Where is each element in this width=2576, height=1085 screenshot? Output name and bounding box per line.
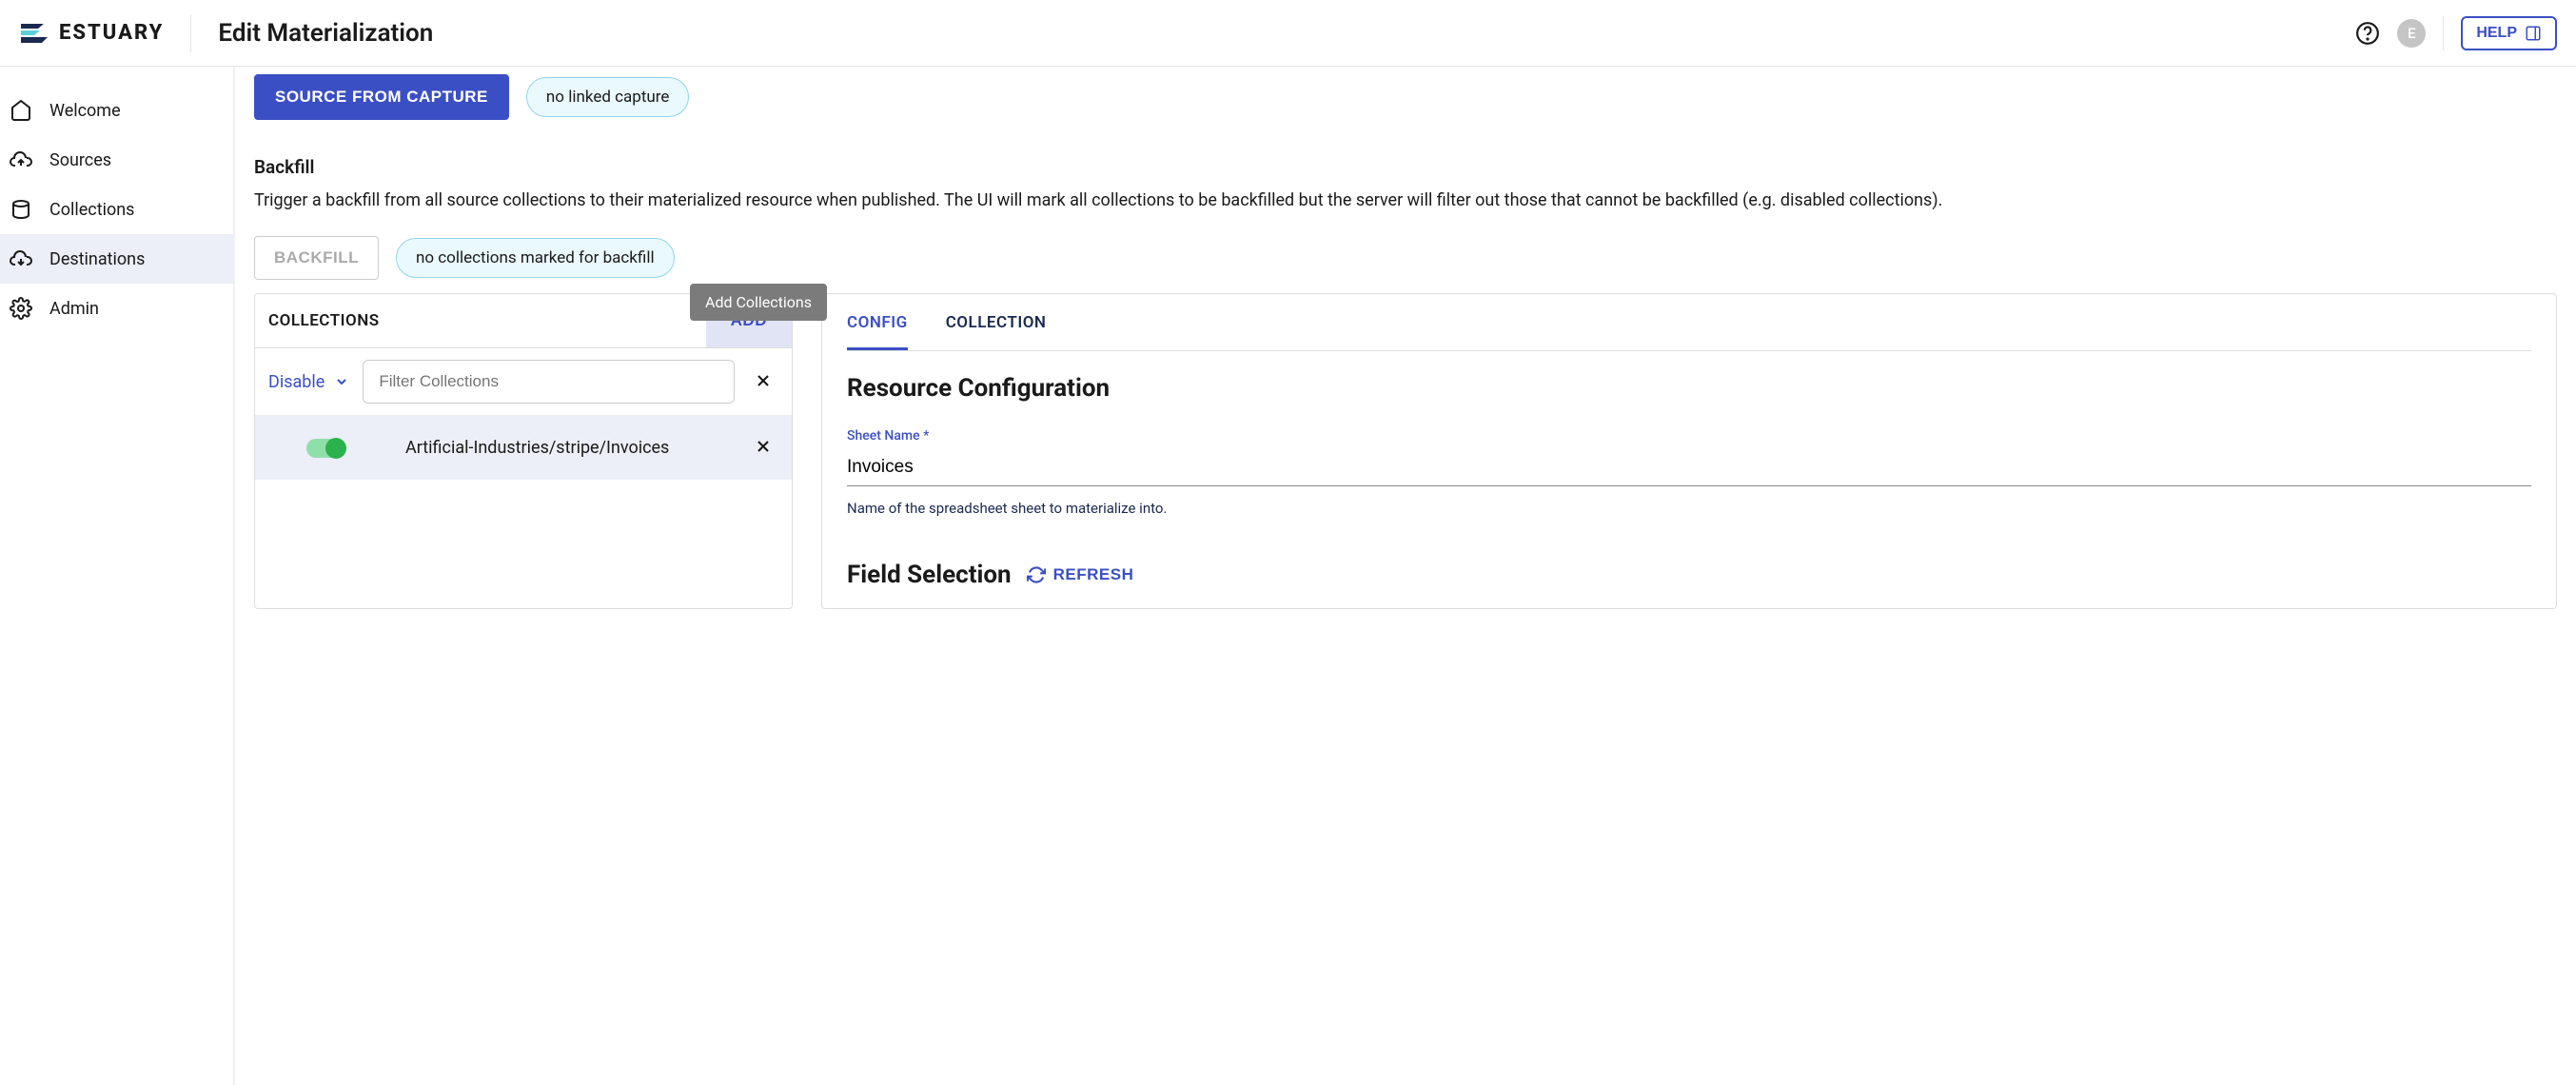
field-selection-heading: Field Selection: [847, 561, 1012, 589]
help-circle-icon[interactable]: [2355, 21, 2380, 46]
brand-name: ESTUARY: [59, 21, 164, 45]
sidebar-item-destinations[interactable]: Destinations: [0, 234, 233, 284]
tab-collection[interactable]: COLLECTION: [946, 294, 1047, 350]
collections-panel: COLLECTIONS ADD Disable: [254, 293, 793, 609]
refresh-icon: [1027, 565, 1046, 584]
help-button[interactable]: HELP: [2461, 16, 2557, 50]
cloud-upload-icon: [10, 148, 32, 171]
sidebar-item-label: Destinations: [49, 249, 145, 269]
sidebar-item-sources[interactable]: Sources: [0, 135, 233, 185]
brand-logo[interactable]: ESTUARY: [19, 14, 191, 52]
sidebar-item-label: Welcome: [49, 101, 121, 121]
home-icon: [10, 99, 32, 122]
close-icon: [754, 437, 773, 456]
collections-header: COLLECTIONS: [255, 294, 393, 347]
collection-name: Artificial-Industries/stripe/Invoices: [358, 438, 735, 458]
main-content: SOURCE FROM CAPTURE no linked capture Ba…: [234, 67, 2576, 1085]
remove-collection-button[interactable]: [748, 431, 778, 464]
backfill-description: Trigger a backfill from all source colle…: [254, 187, 2557, 213]
refresh-button[interactable]: REFRESH: [1027, 565, 1134, 584]
page-title: Edit Materialization: [218, 19, 433, 48]
collection-row[interactable]: Artificial-Industries/stripe/Invoices: [255, 416, 792, 480]
clear-filter-button[interactable]: [748, 365, 778, 399]
sidebar-item-welcome[interactable]: Welcome: [0, 86, 233, 135]
divider: [2443, 16, 2444, 50]
sheet-name-input[interactable]: [847, 449, 2531, 486]
backfill-button[interactable]: BACKFILL: [254, 236, 379, 280]
gear-icon: [10, 297, 32, 320]
sheet-name-label: Sheet Name *: [847, 428, 929, 444]
backfill-status: no collections marked for backfill: [396, 238, 675, 278]
sidebar: Welcome Sources Collections Destinations…: [0, 67, 234, 1085]
estuary-logo-icon: [19, 18, 49, 49]
avatar[interactable]: E: [2397, 19, 2426, 48]
chevron-down-icon: [334, 374, 349, 389]
refresh-label: REFRESH: [1053, 565, 1134, 584]
add-collections-tooltip: Add Collections: [690, 284, 827, 321]
sidebar-item-label: Sources: [49, 150, 111, 170]
linked-capture-status: no linked capture: [526, 77, 689, 117]
config-panel: CONFIG COLLECTION Resource Configuration…: [821, 293, 2557, 609]
close-icon: [754, 371, 773, 390]
sidebar-item-admin[interactable]: Admin: [0, 284, 233, 333]
sidebar-item-label: Admin: [49, 299, 99, 319]
panel-icon: [2525, 25, 2542, 42]
disable-label: Disable: [268, 372, 324, 392]
sheet-name-help: Name of the spreadsheet sheet to materia…: [847, 500, 2531, 517]
collection-enable-toggle[interactable]: [306, 439, 344, 458]
sidebar-item-collections[interactable]: Collections: [0, 185, 233, 234]
sidebar-item-label: Collections: [49, 200, 134, 220]
database-icon: [10, 198, 32, 221]
source-from-capture-button[interactable]: SOURCE FROM CAPTURE: [254, 74, 509, 120]
cloud-download-icon: [10, 247, 32, 270]
help-button-label: HELP: [2476, 25, 2517, 42]
tab-config[interactable]: CONFIG: [847, 294, 908, 350]
filter-collections-input[interactable]: [363, 360, 735, 404]
disable-dropdown[interactable]: Disable: [268, 372, 349, 392]
resource-config-heading: Resource Configuration: [847, 374, 2531, 403]
backfill-heading: Backfill: [254, 156, 2557, 178]
